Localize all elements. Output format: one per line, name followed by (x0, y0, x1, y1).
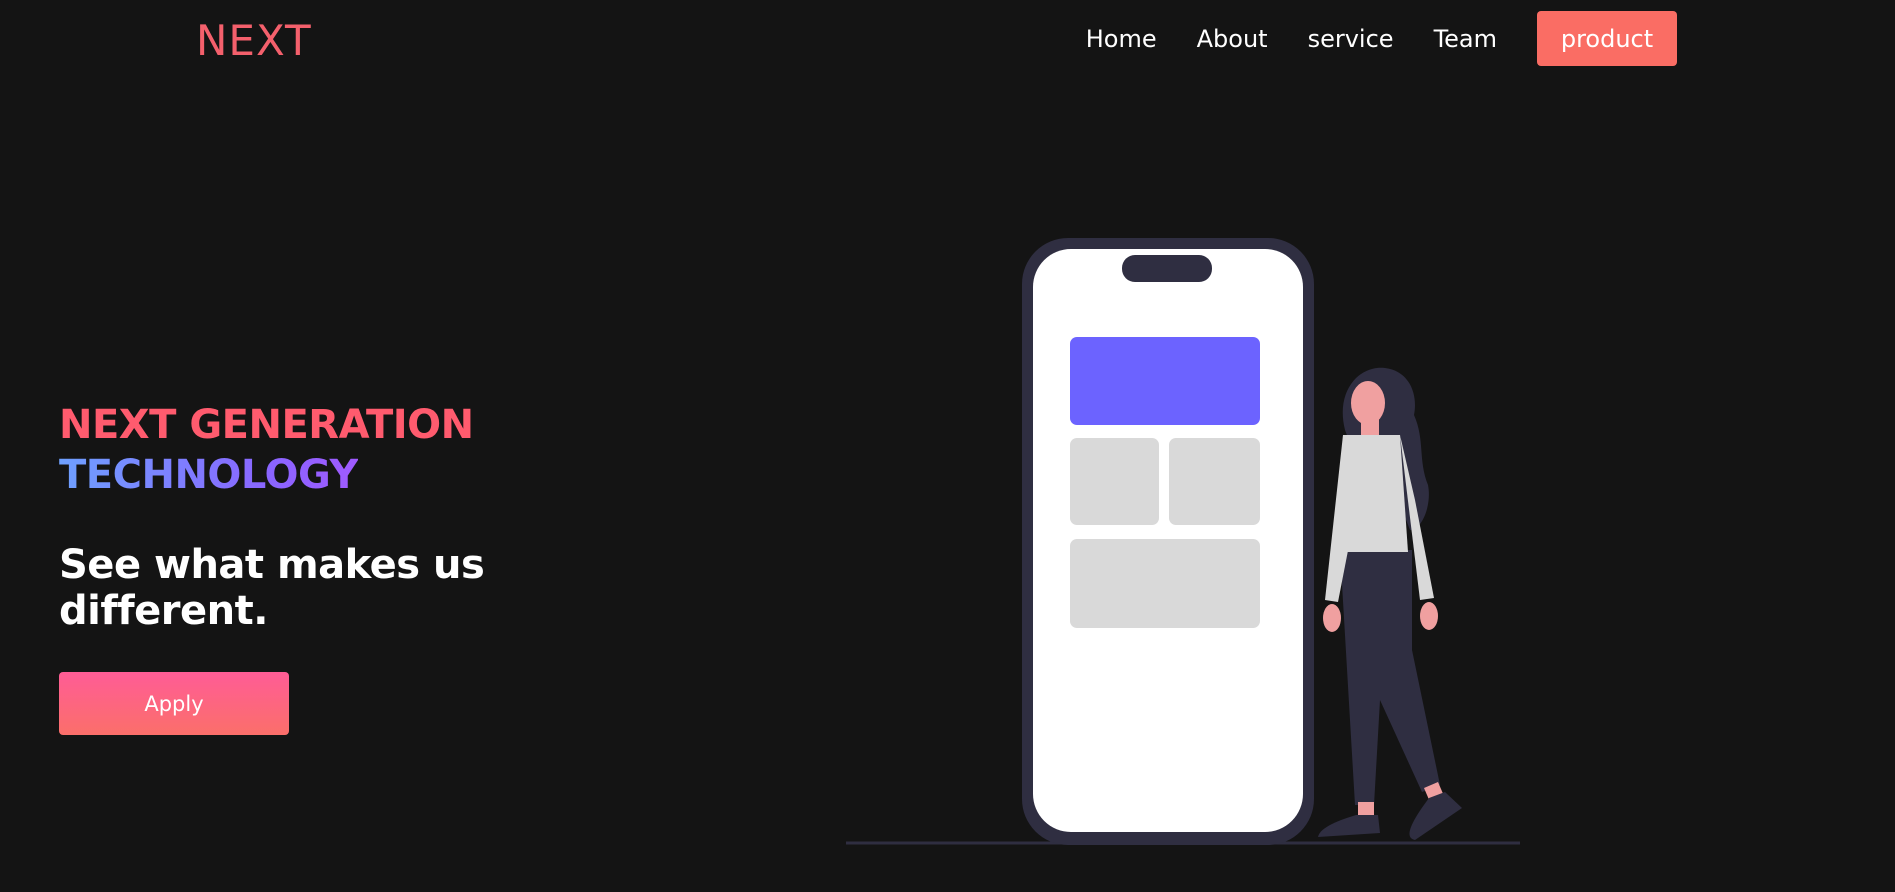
woman-right-hand (1420, 602, 1438, 630)
woman-right-shoe (1409, 792, 1462, 840)
screen-block-purple (1070, 337, 1260, 425)
phone-woman-illustration (846, 238, 1520, 845)
hero-tagline: See what makes us different. (59, 542, 485, 634)
woman-left-shoe (1318, 815, 1380, 837)
headline-line-2: TECHNOLOGY (59, 452, 358, 498)
nav-home-link[interactable]: Home (1086, 25, 1157, 53)
main-nav: Home About service Team product (1086, 11, 1677, 66)
apply-button[interactable]: Apply (59, 672, 289, 735)
nav-team-link[interactable]: Team (1434, 25, 1497, 53)
screen-block-gray-2 (1169, 438, 1260, 525)
logo[interactable]: NEXT (196, 16, 312, 65)
nav-about-link[interactable]: About (1197, 25, 1268, 53)
screen-block-gray-3 (1070, 539, 1260, 628)
nav-service-link[interactable]: service (1308, 25, 1394, 53)
phone-notch (1122, 255, 1212, 282)
hero-section: NEXT GENERATION TECHNOLOGY See what make… (59, 400, 679, 735)
screen-block-gray-1 (1070, 438, 1159, 525)
hero-headline: NEXT GENERATION TECHNOLOGY (59, 400, 679, 500)
headline-line-1: NEXT GENERATION (59, 402, 474, 448)
woman-left-hand (1323, 604, 1341, 632)
product-button[interactable]: product (1537, 11, 1677, 66)
